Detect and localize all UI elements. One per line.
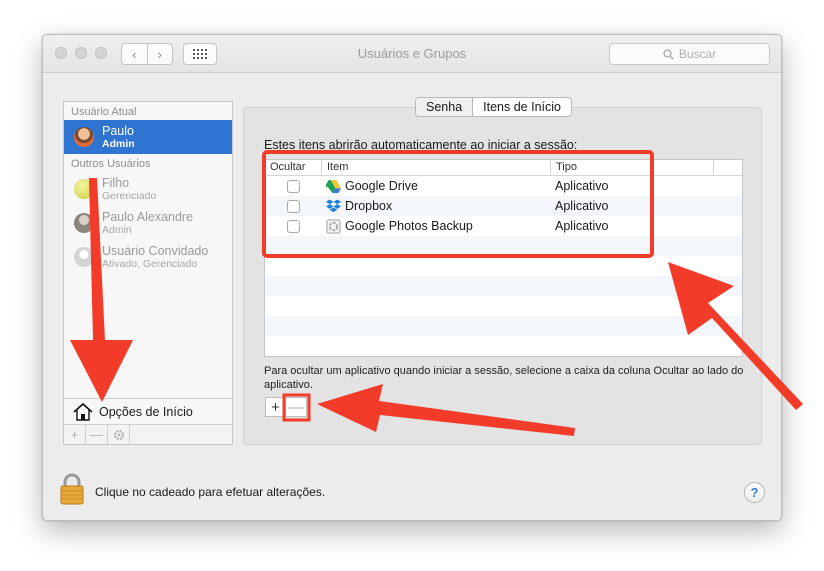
item-type: Aplicativo [555,219,609,233]
dropbox-icon [326,198,341,212]
help-icon: ? [750,485,759,500]
lock-icon [60,473,84,505]
item-type: Aplicativo [555,179,609,193]
item-type: Aplicativo [555,199,609,213]
user-item-paulo[interactable]: Paulo Admin [64,120,232,154]
user-name: Paulo Alexandre [102,209,194,224]
user-item-guest[interactable]: Usuário Convidado Ativado, Gerenciado [64,240,232,274]
user-name: Paulo [102,123,134,138]
gear-icon [113,429,124,440]
table-row[interactable]: Dropbox Aplicativo [265,196,742,216]
users-groups-window: ‹ › Usuários e Grupos Buscar Usuário Atu… [42,34,782,521]
current-user-header: Usuário Atual [71,106,137,118]
empty-row [265,276,742,296]
avatar [74,127,94,147]
remove-login-item-button[interactable]: — [286,397,307,417]
login-options-item[interactable]: Opções de Início [64,398,232,424]
action-menu-button[interactable] [108,425,130,444]
house-icon [73,402,93,421]
user-item-filho[interactable]: Filho Gerenciado [64,172,232,206]
lock-text: Clique no cadeado para efetuar alteraçõe… [95,485,326,499]
hide-hint-text: Para ocultar um aplicativo quando inicia… [264,365,744,391]
hide-checkbox[interactable] [287,179,300,193]
user-role: Admin [102,223,132,236]
tab-bar: Senha Itens de Início [415,97,572,117]
empty-row [265,296,742,316]
hide-checkbox[interactable] [287,199,300,213]
user-item-paulo-alexandre[interactable]: Paulo Alexandre Admin [64,206,232,240]
search-icon [663,48,674,60]
login-items-buttons: + — [265,397,307,417]
column-type[interactable]: Tipo [551,160,714,175]
item-name: Google Drive [345,179,418,193]
table-row[interactable]: Google Photos Backup Aplicativo [265,216,742,236]
search-placeholder: Buscar [678,47,717,61]
minus-icon: — [90,427,103,442]
tab-login-items[interactable]: Itens de Início [472,98,571,116]
lock-button[interactable] [59,473,85,508]
empty-row [265,236,742,256]
other-users-header: Outros Usuários [71,158,151,170]
google-drive-icon [326,179,341,193]
column-hide[interactable]: Ocultar [265,160,322,175]
add-user-button[interactable]: + [64,425,86,444]
empty-row [265,316,742,336]
title-bar: ‹ › Usuários e Grupos Buscar [43,35,781,73]
table-header: Ocultar Item Tipo [265,160,742,176]
avatar [74,179,94,199]
minus-icon: — [288,398,304,416]
plus-icon: + [271,398,280,416]
search-field[interactable]: Buscar [609,43,770,65]
plus-icon: + [70,427,79,442]
empty-row [265,256,742,276]
user-name: Usuário Convidado [102,243,209,258]
add-login-item-button[interactable]: + [265,397,286,417]
sidebar-toolbar: + — [64,424,232,444]
item-name: Dropbox [345,199,393,213]
empty-row [265,336,742,356]
avatar [74,213,94,233]
login-items-table: Ocultar Item Tipo Google Drive Aplicativ… [264,159,743,357]
google-photos-backup-icon [326,218,341,234]
tab-senha[interactable]: Senha [416,98,473,116]
item-name: Google Photos Backup [345,219,473,233]
login-items-intro: Estes itens abrirão automaticamente ao i… [264,138,578,152]
users-sidebar: Usuário Atual Paulo Admin Outros Usuário… [63,101,233,445]
user-role: Admin [102,137,135,150]
remove-user-button[interactable]: — [86,425,108,444]
help-button[interactable]: ? [744,482,765,503]
column-item[interactable]: Item [322,160,551,175]
user-name: Filho [102,175,130,190]
hide-checkbox[interactable] [287,219,300,233]
login-options-label: Opções de Início [99,404,193,419]
user-role: Gerenciado [102,189,157,202]
table-row[interactable]: Google Drive Aplicativo [265,176,742,196]
user-role: Ativado, Gerenciado [102,257,198,270]
guest-avatar-icon [74,247,94,267]
